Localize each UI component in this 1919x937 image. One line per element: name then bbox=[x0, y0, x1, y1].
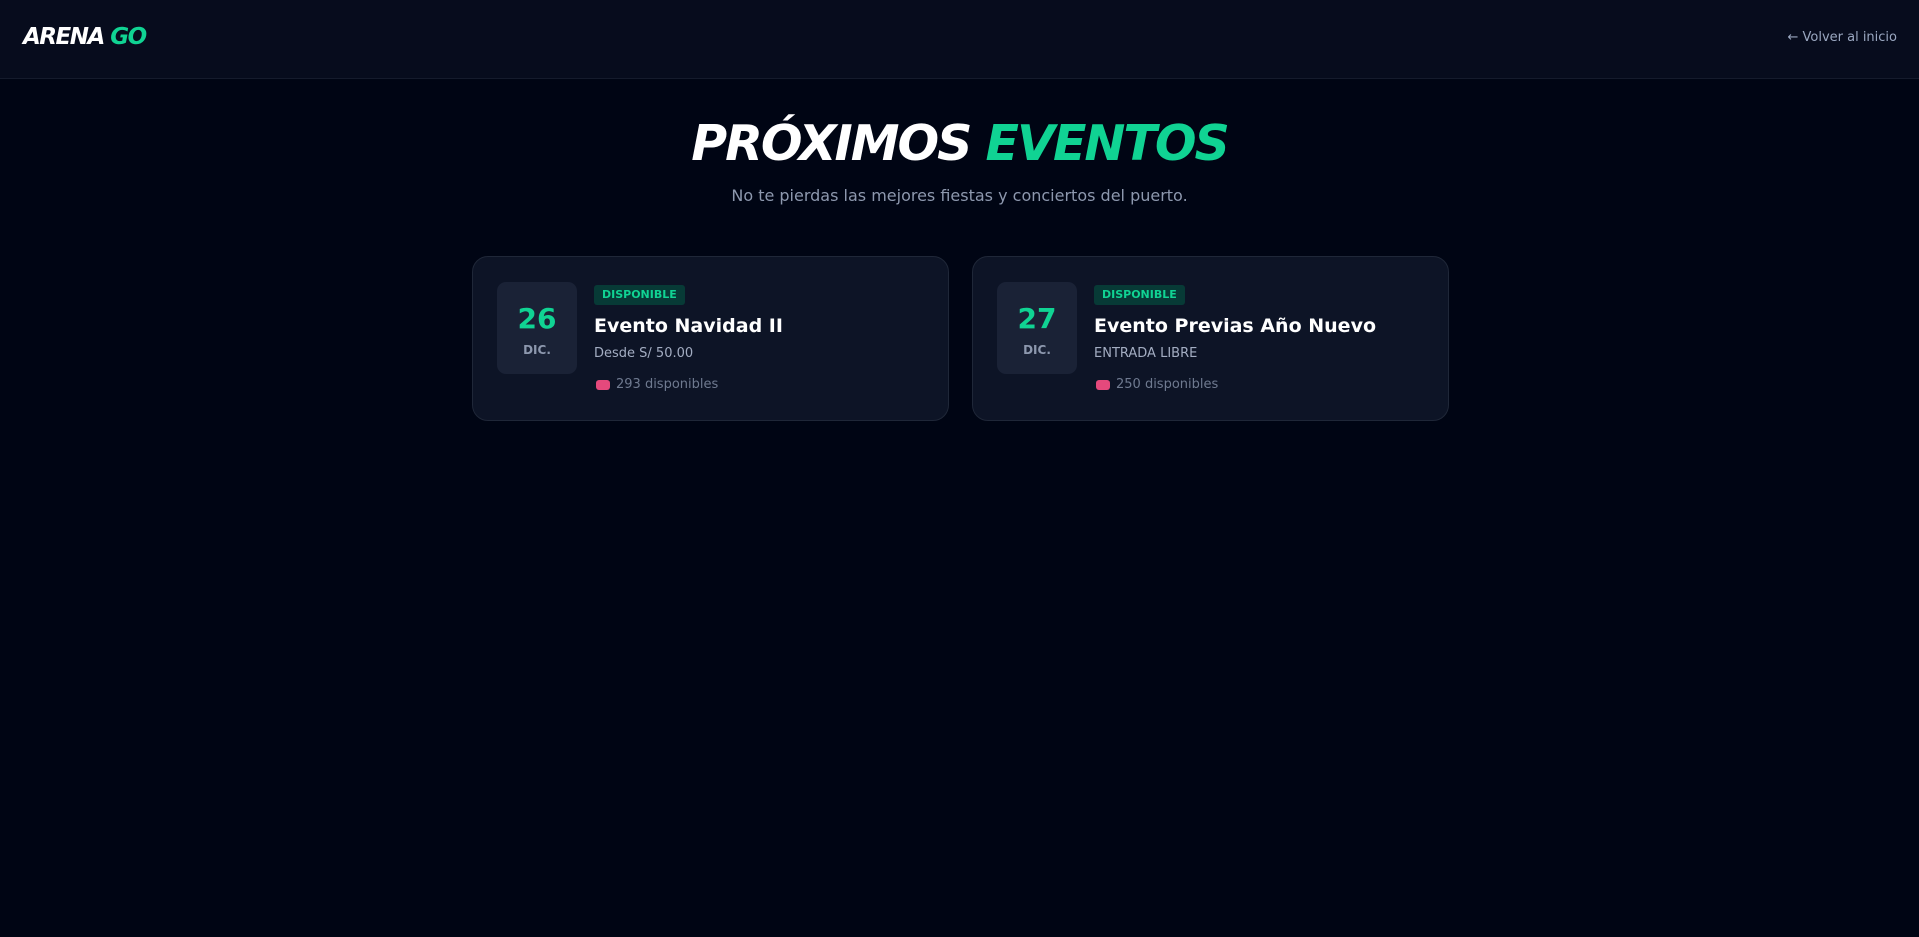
availability-text: 250 disponibles bbox=[1116, 377, 1219, 392]
status-badge: DISPONIBLE bbox=[1094, 285, 1185, 305]
event-date-box: 26 DIC. bbox=[497, 282, 577, 374]
event-title: Evento Navidad II bbox=[594, 315, 783, 337]
event-availability: 250 disponibles bbox=[1096, 377, 1218, 392]
event-price: ENTRADA LIBRE bbox=[1094, 346, 1198, 361]
status-badge: DISPONIBLE bbox=[594, 285, 685, 305]
availability-text: 293 disponibles bbox=[616, 377, 719, 392]
event-title: Evento Previas Año Nuevo bbox=[1094, 315, 1377, 337]
event-day: 26 bbox=[517, 302, 557, 335]
ticket-icon bbox=[596, 379, 610, 390]
logo-text-primary: ARENA bbox=[23, 24, 105, 50]
page-title: PRÓXIMOS EVENTOS bbox=[0, 115, 1919, 172]
ticket-icon bbox=[1096, 379, 1110, 390]
page-subtitle: No te pierdas las mejores fiestas y conc… bbox=[731, 186, 1188, 205]
event-availability: 293 disponibles bbox=[596, 377, 718, 392]
back-to-home-link[interactable]: ← Volver al inicio bbox=[1787, 30, 1897, 45]
event-date-box: 27 DIC. bbox=[997, 282, 1077, 374]
event-card[interactable]: 27 DIC. DISPONIBLE Evento Previas Año Nu… bbox=[972, 256, 1449, 421]
page-title-primary: PRÓXIMOS bbox=[691, 115, 972, 172]
event-day: 27 bbox=[1017, 302, 1057, 335]
top-navbar: ARENA GO ← Volver al inicio bbox=[0, 0, 1919, 79]
logo-text-accent: GO bbox=[110, 24, 147, 50]
page-title-accent: EVENTOS bbox=[985, 115, 1230, 172]
event-month: DIC. bbox=[1023, 343, 1051, 357]
event-card[interactable]: 26 DIC. DISPONIBLE Evento Navidad II Des… bbox=[472, 256, 949, 421]
event-month: DIC. bbox=[523, 343, 551, 357]
brand-logo[interactable]: ARENA GO bbox=[23, 24, 147, 50]
event-price: Desde S/ 50.00 bbox=[594, 346, 694, 361]
